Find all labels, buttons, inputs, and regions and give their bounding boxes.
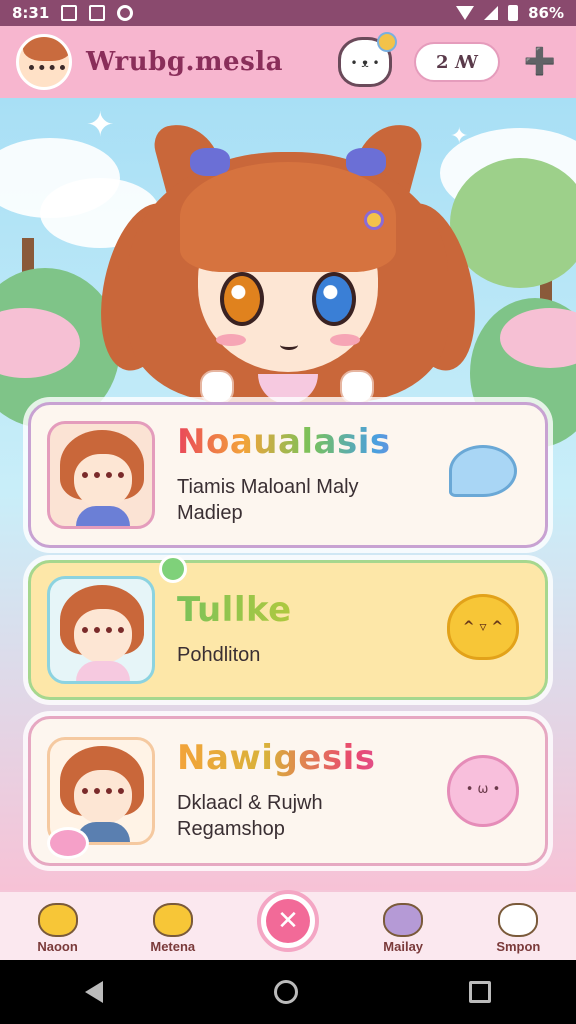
nav-item-mailay[interactable]: Mailay	[361, 903, 445, 954]
chick-icon	[443, 590, 523, 670]
card-desc-line: Madiep	[177, 501, 243, 524]
nav-item-smpon[interactable]: Smpon	[476, 903, 560, 954]
card-avatar	[47, 421, 155, 529]
card-desc-line: Regamshop	[177, 817, 285, 840]
close-icon: ✕	[265, 899, 310, 943]
hand	[340, 370, 374, 404]
header-pill-button[interactable]: 2 ꟿ	[414, 42, 500, 82]
chick-shape	[447, 594, 519, 660]
menu-icon[interactable]: ➕	[520, 42, 560, 82]
mouth	[280, 340, 298, 350]
kitty-shape	[447, 755, 519, 827]
card-description: Pohdliton	[177, 642, 443, 668]
card-title: Tullke	[177, 591, 443, 629]
speech-bubble-icon	[443, 435, 523, 515]
chick-icon	[37, 903, 78, 937]
bottom-nav: Naoon Metena ✕ Mailay Smpon	[0, 890, 576, 960]
menu-card-2[interactable]: Tullke Pohdliton	[28, 555, 548, 700]
nav-item-home[interactable]: Naoon	[16, 903, 100, 954]
system-nav-bar	[0, 960, 576, 1024]
nav-label: Smpon	[496, 939, 541, 954]
avatar-body	[76, 506, 130, 526]
nav-item-close[interactable]: ✕	[246, 890, 330, 954]
nav-label: Naoon	[37, 939, 78, 954]
eye-right	[312, 272, 356, 326]
avatar-eyes	[82, 472, 124, 482]
card-description: Dklaacl & Rujwh Regamshop	[177, 790, 443, 842]
back-icon[interactable]	[85, 981, 104, 1003]
bubble-shape	[449, 445, 517, 497]
mascot-icon	[383, 903, 424, 937]
home-icon[interactable]	[273, 980, 298, 1004]
card-desc-line: Dklaacl & Rujwh	[177, 791, 323, 814]
nav-label: Metena	[150, 939, 196, 954]
check-badge-icon	[159, 555, 187, 583]
kitty-icon	[443, 751, 523, 831]
status-bar: 8:31 86%	[0, 0, 576, 26]
avatar-eyes	[82, 788, 124, 798]
recents-icon[interactable]	[468, 981, 491, 1003]
app-header: Wrubg.mesla 2 ꟿ ➕	[0, 26, 576, 98]
battery-icon	[508, 5, 519, 21]
close-button[interactable]: ✕	[256, 890, 319, 952]
card-desc-line: Tiamis Maloanl Maly	[177, 475, 359, 498]
blush	[330, 334, 360, 346]
wifi-icon	[456, 6, 475, 20]
image-icon	[89, 5, 106, 21]
avatar-body	[76, 661, 130, 681]
bow-icon	[377, 32, 397, 52]
avatar-eyes	[82, 627, 124, 637]
nav-item-metena[interactable]: Metena	[131, 903, 215, 954]
menu-card-1[interactable]: Noaualasis Tiamis Maloanl Maly Madiep	[28, 402, 548, 548]
card-desc-line: Pohdliton	[177, 643, 261, 666]
bunny-icon	[498, 903, 539, 937]
battery-percent: 86%	[528, 4, 564, 22]
card-description: Tiamis Maloanl Maly Madiep	[177, 474, 443, 526]
card-title: Noaualasis	[177, 423, 443, 461]
card-avatar	[47, 576, 155, 684]
app-title: Wrubg.mesla	[86, 47, 283, 77]
notification-icon	[61, 5, 78, 21]
hairclip-icon	[364, 210, 384, 230]
signal-icon	[484, 6, 499, 20]
blush	[216, 334, 246, 346]
mascot-icon[interactable]	[338, 32, 397, 87]
hero-character	[87, 112, 489, 412]
sync-icon	[117, 5, 134, 21]
hand	[200, 370, 234, 404]
status-time: 8:31	[12, 4, 50, 22]
eye-left	[220, 272, 264, 326]
chick-icon	[152, 903, 193, 937]
heart-badge-icon	[47, 827, 89, 859]
menu-card-3[interactable]: Nawigesis Dklaacl & Rujwh Regamshop	[28, 716, 548, 866]
card-title: Nawigesis	[177, 739, 443, 777]
profile-avatar[interactable]	[16, 34, 72, 90]
nav-label: Mailay	[383, 939, 424, 954]
